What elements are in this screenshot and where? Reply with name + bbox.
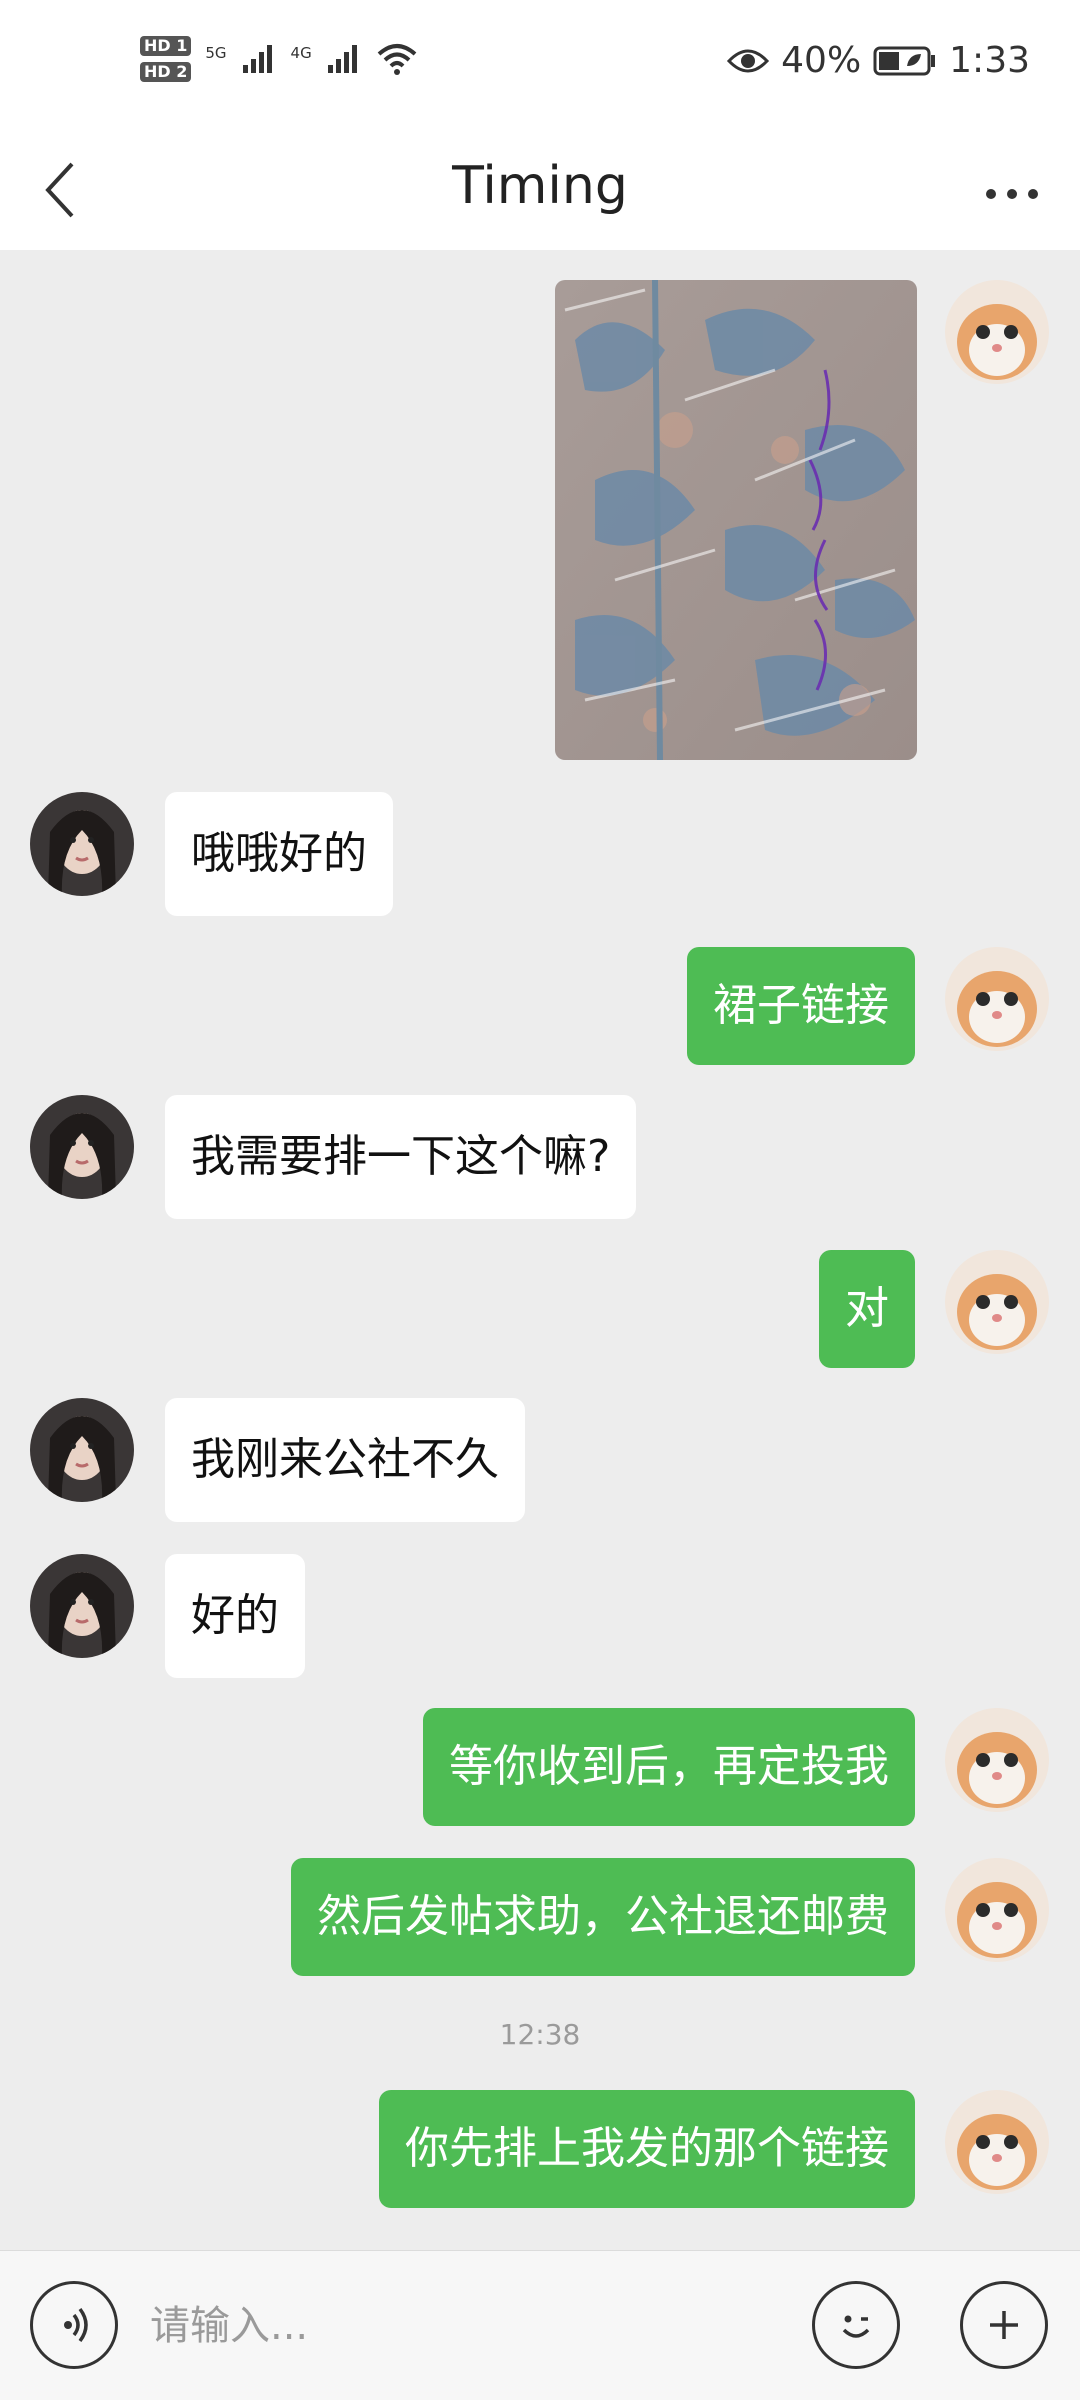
- input-bar: [0, 2250, 1080, 2400]
- chat-area[interactable]: 哦哦好的 裙子链接 我需要排一下这个嘛? 对 我刚来公社不久 好的 等你收到后，…: [0, 250, 1080, 2250]
- voice-icon: [64, 2307, 88, 2343]
- more-button[interactable]: [972, 154, 1052, 234]
- contact-avatar[interactable]: [30, 792, 134, 896]
- message-timestamp: 12:38: [499, 2018, 581, 2051]
- message-text: 然后发帖求助，公社退还邮费: [317, 1891, 889, 1942]
- message-bubble-in[interactable]: 哦哦好的: [165, 792, 393, 916]
- message-bubble-out[interactable]: 等你收到后，再定投我: [423, 1708, 915, 1826]
- more-dots-icon: [986, 189, 1038, 199]
- cat-avatar-image: [945, 1250, 1049, 1354]
- wifi-icon: [377, 44, 417, 75]
- my-avatar[interactable]: [945, 947, 1049, 1051]
- contact-avatar-image: [30, 1095, 134, 1199]
- my-avatar[interactable]: [945, 1250, 1049, 1354]
- message-bubble-in[interactable]: 我需要排一下这个嘛?: [165, 1095, 637, 1219]
- message-text: 裙子链接: [713, 980, 889, 1031]
- network2-label: 4G: [290, 44, 312, 62]
- message-bubble-out[interactable]: 你先排上我发的那个链接: [379, 2090, 915, 2208]
- message-text: 哦哦好的: [191, 828, 367, 879]
- message-bubble-in[interactable]: 好的: [165, 1554, 305, 1678]
- status-right: 40% 1:33: [727, 40, 1030, 81]
- cat-avatar-image: [945, 1708, 1049, 1812]
- contact-avatar-image: [30, 1398, 134, 1502]
- my-avatar[interactable]: [945, 280, 1049, 384]
- cat-avatar-image: [945, 280, 1049, 384]
- message-bubble-out[interactable]: 然后发帖求助，公社退还邮费: [291, 1858, 915, 1976]
- voice-button[interactable]: [30, 2281, 118, 2369]
- status-bar: HD 1 HD 2 5G 4G 40% 1:33: [0, 0, 1080, 130]
- my-avatar[interactable]: [945, 2090, 1049, 2194]
- image-message[interactable]: [555, 280, 917, 760]
- cat-avatar-image: [945, 1858, 1049, 1962]
- network1-label: 5G: [205, 44, 227, 62]
- emoji-button[interactable]: [812, 2281, 900, 2369]
- page-title: Timing: [452, 156, 628, 216]
- battery-percent: 40%: [781, 40, 862, 81]
- status-left: HD 1 HD 2 5G 4G: [140, 36, 418, 82]
- contact-avatar[interactable]: [30, 1398, 134, 1502]
- message-text: 我刚来公社不久: [191, 1434, 499, 1485]
- message-text: 等你收到后，再定投我: [449, 1741, 889, 1792]
- fabric-photo: [555, 280, 917, 760]
- signal-icon: [327, 45, 357, 73]
- sim2-badge: HD 2: [140, 62, 192, 82]
- plus-icon: [990, 2311, 1018, 2339]
- my-avatar[interactable]: [945, 1858, 1049, 1962]
- message-bubble-out[interactable]: 对: [819, 1250, 915, 1368]
- message-text: 好的: [191, 1590, 279, 1641]
- message-bubble-out[interactable]: 裙子链接: [687, 947, 915, 1065]
- contact-avatar[interactable]: [30, 1554, 134, 1658]
- chat-header: Timing: [0, 130, 1080, 250]
- battery-icon: [873, 46, 936, 75]
- message-text: 我需要排一下这个嘛?: [191, 1131, 611, 1182]
- emoji-icon: [842, 2315, 870, 2338]
- contact-avatar-image: [30, 1554, 134, 1658]
- my-avatar[interactable]: [945, 1708, 1049, 1812]
- eye-icon: [727, 49, 770, 72]
- contact-avatar-image: [30, 792, 134, 896]
- message-text: 你先排上我发的那个链接: [405, 2123, 889, 2174]
- sim-indicators: HD 1 HD 2: [140, 36, 192, 82]
- cat-avatar-image: [945, 947, 1049, 1051]
- message-input[interactable]: [150, 2291, 770, 2361]
- message-bubble-in[interactable]: 我刚来公社不久: [165, 1398, 525, 1522]
- more-functions-button[interactable]: [960, 2281, 1048, 2369]
- sim1-badge: HD 1: [140, 36, 192, 56]
- cat-avatar-image: [945, 2090, 1049, 2194]
- message-text: 对: [845, 1283, 889, 1334]
- clock: 1:33: [949, 40, 1030, 81]
- signal-icon: [242, 45, 272, 73]
- contact-avatar[interactable]: [30, 1095, 134, 1199]
